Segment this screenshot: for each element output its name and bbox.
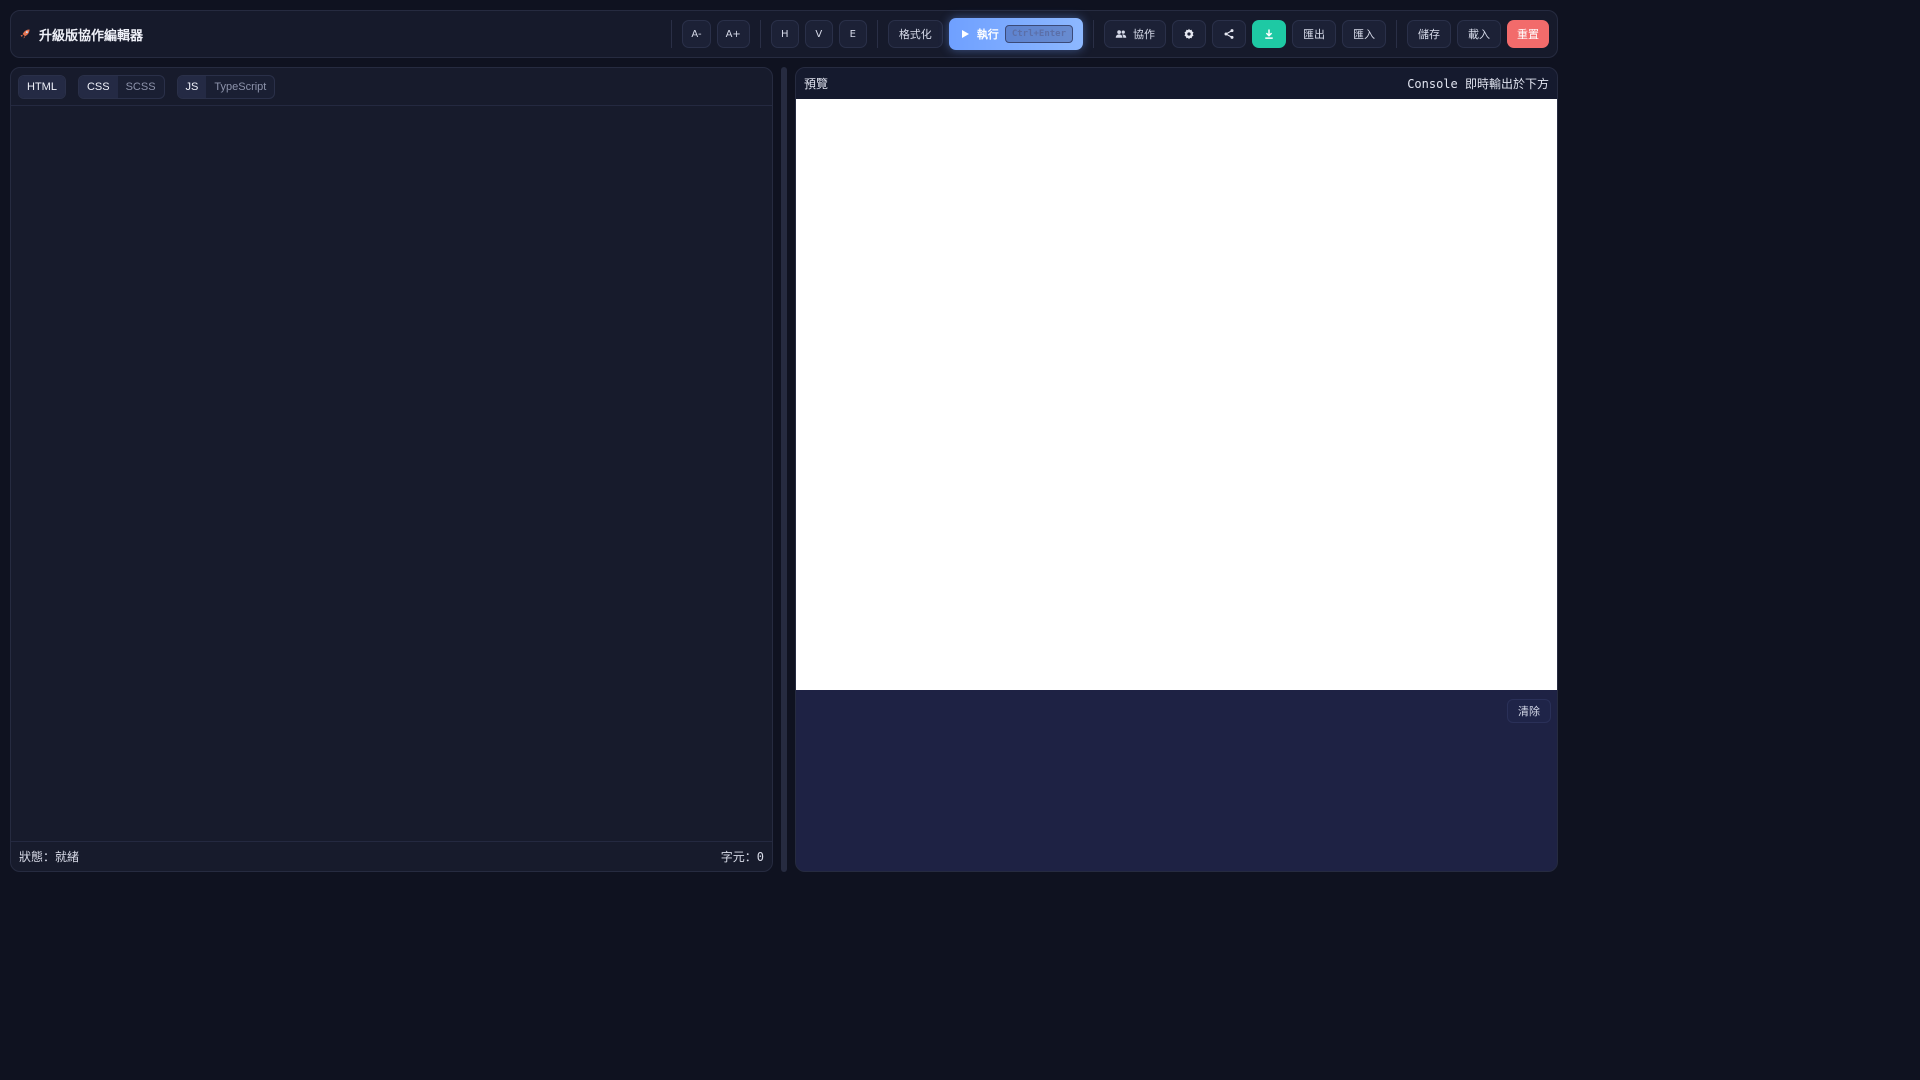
layout-editor-button[interactable]: E: [838, 20, 867, 48]
app-brand: 升級版協作編輯器: [19, 25, 143, 44]
editor-panel: HTML CSS SCSS JS TypeScript 狀態：就緒 字元：0: [10, 67, 773, 872]
layout-horizontal-button[interactable]: H: [770, 20, 799, 48]
tab-typescript[interactable]: TypeScript: [206, 76, 274, 98]
layout-vertical-button[interactable]: V: [804, 20, 833, 48]
tab-scss[interactable]: SCSS: [118, 76, 164, 98]
font-increase-button[interactable]: A+: [716, 20, 750, 48]
toolbar-divider: [1396, 20, 1397, 48]
status-text: 狀態：就緒: [19, 850, 80, 864]
run-label: 執行: [976, 28, 999, 41]
users-icon: [1115, 28, 1127, 40]
tab-css[interactable]: CSS: [78, 75, 118, 98]
import-button[interactable]: 匯入: [1342, 20, 1386, 48]
language-tabs: HTML CSS SCSS JS TypeScript: [11, 68, 772, 106]
tab-js[interactable]: JS: [177, 75, 207, 98]
toolbar-divider: [759, 20, 761, 48]
export-button[interactable]: 匯出: [1292, 20, 1336, 48]
rocket-icon: [19, 28, 31, 40]
app-title: 升級版協作編輯器: [39, 27, 144, 43]
tab-html[interactable]: HTML: [19, 75, 65, 98]
preview-frame[interactable]: [796, 99, 1557, 690]
reset-button[interactable]: 重置: [1507, 20, 1549, 48]
download-icon: [1263, 28, 1275, 40]
top-toolbar: 升級版協作編輯器 A- A+ H V E 格式化 執行 Ctrl+Enter 協…: [10, 10, 1558, 58]
panel-resize-handle[interactable]: [781, 67, 787, 872]
gear-icon: [1183, 28, 1195, 40]
preview-header: 預覽 Console 即時輸出於下方: [796, 68, 1557, 99]
font-decrease-button[interactable]: A-: [682, 20, 711, 48]
toolbar-divider: [876, 20, 878, 48]
clear-console-button[interactable]: 清除: [1507, 699, 1551, 723]
settings-button[interactable]: [1172, 20, 1206, 48]
save-button[interactable]: 儲存: [1407, 20, 1451, 48]
console-hint: Console 即時輸出於下方: [1407, 77, 1549, 91]
share-icon: [1223, 28, 1235, 40]
html-tab-group: HTML: [18, 74, 66, 99]
collaborate-label: 協作: [1133, 28, 1155, 41]
share-button[interactable]: [1212, 20, 1246, 48]
load-button[interactable]: 載入: [1457, 20, 1501, 48]
run-shortcut-hint: Ctrl+Enter: [1004, 25, 1073, 43]
console-output: 清除: [796, 690, 1557, 871]
collaborate-button[interactable]: 協作: [1104, 20, 1166, 48]
toolbar-divider: [1093, 20, 1094, 48]
download-button[interactable]: [1252, 20, 1286, 48]
preview-title: 預覽: [804, 77, 829, 91]
format-button[interactable]: 格式化: [887, 20, 943, 48]
char-count: 字元：0: [720, 850, 764, 864]
play-icon: [959, 28, 971, 40]
preview-panel: 預覽 Console 即時輸出於下方 清除: [795, 67, 1558, 872]
toolbar-divider: [671, 20, 673, 48]
style-tab-group: CSS SCSS: [77, 74, 165, 99]
script-tab-group: JS TypeScript: [176, 74, 276, 99]
toolbar-actions: A- A+ H V E 格式化 執行 Ctrl+Enter 協作 匯出 匯入 儲…: [667, 18, 1549, 50]
run-button[interactable]: 執行 Ctrl+Enter: [948, 18, 1083, 50]
code-editor-area[interactable]: [11, 106, 772, 842]
editor-status-bar: 狀態：就緒 字元：0: [11, 841, 772, 871]
